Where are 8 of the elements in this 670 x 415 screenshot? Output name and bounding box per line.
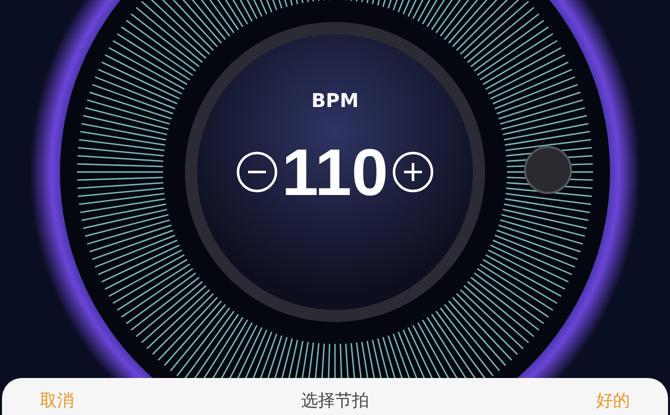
- confirm-button[interactable]: 好的: [596, 390, 630, 412]
- cancel-button[interactable]: 取消: [40, 390, 74, 412]
- tempo-label: BPM: [311, 90, 359, 112]
- minus-icon[interactable]: [236, 151, 278, 193]
- knob-handle[interactable]: [524, 146, 572, 194]
- plus-icon[interactable]: [392, 151, 434, 193]
- sheet-title: 选择节拍: [301, 390, 369, 412]
- tempo-value: 110: [282, 134, 388, 211]
